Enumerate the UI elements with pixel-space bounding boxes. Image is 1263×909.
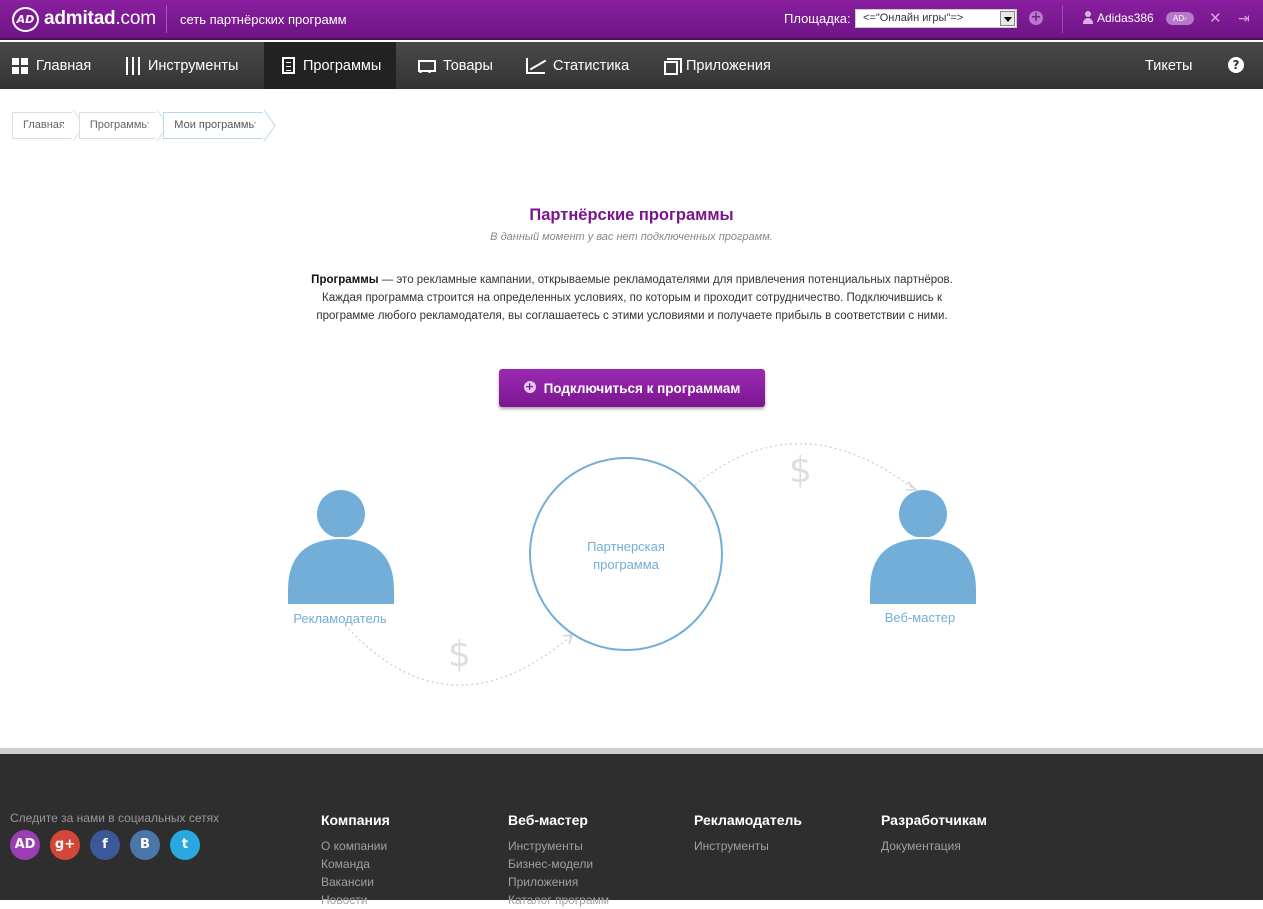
chevron-down-icon[interactable] xyxy=(1000,11,1015,26)
nav-item-programs[interactable]: Программы xyxy=(264,42,396,89)
plus-icon: + xyxy=(523,380,536,393)
social-links: AD g+ f B t xyxy=(10,830,210,860)
nav-item-label: Главная xyxy=(36,57,92,74)
breadcrumb-item-home[interactable]: Главная xyxy=(12,112,75,139)
footer-link[interactable]: Инструменты xyxy=(694,837,802,855)
nav-item-label: Товары xyxy=(443,57,493,74)
help-icon[interactable]: ? xyxy=(1228,57,1244,73)
footer-link[interactable]: Каталог программ xyxy=(508,891,609,909)
footer-column-title: Разработчикам xyxy=(881,812,987,828)
center-label-line1: Партнерская xyxy=(587,539,665,554)
advertiser-head xyxy=(317,490,365,538)
footer: Следите за нами в социальных сетях AD g+… xyxy=(0,748,1263,907)
footer-link[interactable]: Вакансии xyxy=(321,873,390,891)
nav-item-label: Приложения xyxy=(686,57,771,74)
footer-link[interactable]: Новости xyxy=(321,891,390,909)
advertiser-label: Рекламодатель xyxy=(293,611,387,626)
settings-tools-icon[interactable]: ✕ xyxy=(1209,11,1224,26)
arrow-head-icon xyxy=(562,634,573,645)
breadcrumb-item-programs[interactable]: Программы xyxy=(78,112,160,139)
main-nav: Главная Инструменты Программы Товары Ста… xyxy=(0,42,1263,89)
footer-link[interactable]: Документация xyxy=(881,837,987,855)
footer-column-title: Рекламодатель xyxy=(694,812,802,828)
nav-item-statistics[interactable]: Статистика xyxy=(526,42,629,89)
breadcrumb-item-my-programs: Мои программы xyxy=(163,112,267,139)
connect-programs-button[interactable]: + Подключиться к программам xyxy=(499,369,765,407)
advertiser-body xyxy=(286,536,396,606)
footer-link[interactable]: Бизнес-модели xyxy=(508,855,609,873)
chart-icon xyxy=(526,57,545,74)
username-link[interactable]: Adidas386 xyxy=(1097,11,1154,25)
footer-column-developers: Разработчикам Документация xyxy=(881,812,987,855)
webmaster-label: Веб-мастер xyxy=(884,610,956,625)
nav-item-tickets[interactable]: Тикеты xyxy=(1145,42,1192,89)
description-term: Программы xyxy=(311,274,379,286)
nav-item-label: Инструменты xyxy=(148,57,239,74)
platform-label: Площадка: xyxy=(784,11,851,26)
tagline: сеть партнёрских программ xyxy=(180,12,347,27)
footer-link[interactable]: О компании xyxy=(321,837,390,855)
nav-item-label: Программы xyxy=(303,57,382,74)
twitter-icon[interactable]: t xyxy=(170,830,200,860)
footer-column-webmaster: Веб-мастер Инструменты Бизнес-модели При… xyxy=(508,812,609,909)
footer-link[interactable]: Приложения xyxy=(508,873,609,891)
logo-badge-icon: AD xyxy=(12,6,39,32)
dollar-icon: $ xyxy=(448,634,471,675)
footer-column-advertiser: Рекламодатель Инструменты xyxy=(694,812,802,855)
tools-icon xyxy=(126,56,140,75)
admitad-social-icon[interactable]: AD xyxy=(10,830,40,860)
logo-text: admitad.com xyxy=(44,8,156,29)
facebook-icon[interactable]: f xyxy=(90,830,120,860)
webmaster-body xyxy=(868,536,978,606)
connect-button-label: Подключиться к программам xyxy=(543,380,741,396)
platform-select-value: <="Онлайн игры"=> xyxy=(863,12,964,24)
nav-item-label: Статистика xyxy=(553,57,630,74)
description-text: — это рекламные кампании, открываемые ре… xyxy=(316,274,953,322)
center-label-line2: программа xyxy=(593,557,659,572)
follow-us-text: Следите за нами в социальных сетях xyxy=(10,811,220,825)
top-bar: AD admitad.com сеть партнёрских программ… xyxy=(0,0,1263,40)
dollar-icon: $ xyxy=(789,450,812,491)
admitad-logo[interactable]: AD admitad.com xyxy=(12,6,156,32)
grid-icon xyxy=(12,57,28,74)
nav-item-label: Тикеты xyxy=(1145,57,1193,74)
breadcrumb: Главная Программы Мои программы xyxy=(12,112,270,139)
user-icon xyxy=(1082,11,1094,25)
nav-item-apps[interactable]: Приложения xyxy=(664,42,771,89)
add-platform-icon[interactable]: + xyxy=(1029,11,1043,25)
cart-icon xyxy=(415,57,436,75)
logout-icon[interactable]: ⇥ xyxy=(1238,11,1253,26)
footer-column-company: Компания О компании Команда Вакансии Нов… xyxy=(321,812,390,909)
document-icon xyxy=(282,57,295,74)
nav-item-home[interactable]: Главная xyxy=(12,42,91,89)
platform-select[interactable]: <="Онлайн игры"=> xyxy=(855,9,1017,28)
nav-item-tools[interactable]: Инструменты xyxy=(126,42,238,89)
divider xyxy=(166,5,167,33)
vkontakte-icon[interactable]: B xyxy=(130,830,160,860)
webmaster-head xyxy=(899,490,947,538)
divider xyxy=(1062,5,1063,33)
partner-program-label: Партнерская программа xyxy=(530,538,722,574)
apps-icon xyxy=(664,57,682,75)
footer-column-title: Веб-мастер xyxy=(508,812,588,828)
programs-description: Программы — это рекламные кампании, откр… xyxy=(300,271,964,325)
footer-link[interactable]: Команда xyxy=(321,855,390,873)
nav-item-products[interactable]: Товары xyxy=(415,42,493,89)
footer-column-title: Компания xyxy=(321,812,390,828)
footer-link[interactable]: Инструменты xyxy=(508,837,609,855)
page-subtitle: В данный момент у вас нет подключенных п… xyxy=(490,231,773,243)
partner-program-diagram: $ $ Партнерская программа Рекламодатель … xyxy=(0,420,1263,720)
arrow-head-icon xyxy=(906,481,918,491)
google-plus-icon[interactable]: g+ xyxy=(50,830,80,860)
user-balance-badge[interactable]: AD◦ xyxy=(1166,12,1194,25)
page-title: Партнёрские программы xyxy=(529,206,734,224)
